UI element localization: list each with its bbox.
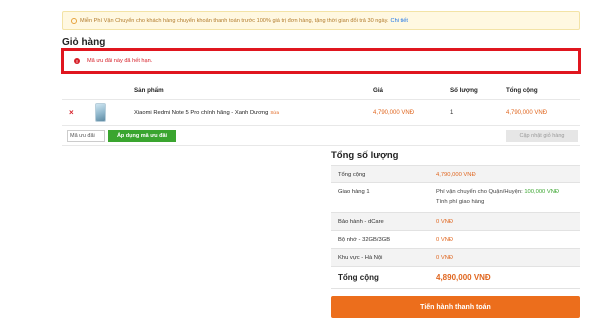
grand-total-label: Tổng cộng (338, 273, 379, 282)
header-quantity: Số lượng (450, 87, 478, 94)
cart-table-header: Sản phẩm Giá Số lượng Tổng cộng (62, 80, 580, 100)
memory-label: Bộ nhớ - 32GB/3GB (338, 237, 391, 243)
calculate-shipping-link[interactable]: Tính phí giao hàng (436, 199, 484, 205)
info-icon (71, 17, 77, 24)
free-shipping-notice: Miễn Phí Vận Chuyển cho khách hàng chuyể… (62, 11, 580, 30)
update-cart-button[interactable]: Cập nhật giỏ hàng (506, 130, 578, 142)
checkout-button[interactable]: Tiến hành thanh toán (331, 296, 580, 318)
region-row: Khu vực - Hà Nội 0 VNĐ (331, 249, 580, 267)
region-label: Khu vực - Hà Nội (338, 255, 383, 261)
grand-total-row: Tổng cộng 4,890,000 VNĐ (331, 267, 580, 289)
warranty-value: 0 VNĐ (436, 219, 454, 225)
totals-title: Tổng số lượng (331, 150, 399, 161)
subtotal-row: Tổng cộng 4,790,000 VNĐ (331, 165, 580, 183)
notice-details-link[interactable]: Chi tiết (391, 18, 408, 24)
shipping-fee-text: Phí vận chuyển cho Quận/Huyện: (436, 189, 523, 195)
cart-actions: Áp dụng mã ưu đãi Cập nhật giỏ hàng (62, 126, 580, 146)
shipping-fee-value: 100,000 VNĐ (524, 189, 560, 195)
error-icon: ! (74, 58, 80, 64)
product-thumbnail[interactable] (95, 103, 106, 122)
grand-total-value: 4,890,000 VNĐ (436, 273, 491, 282)
warranty-label: Bảo hành - dCare (338, 219, 384, 225)
subtotal-value: 4,790,000 VNĐ (436, 172, 476, 178)
region-value: 0 VNĐ (436, 255, 454, 261)
notice-text: Miễn Phí Vận Chuyển cho khách hàng chuyể… (80, 17, 389, 24)
header-product: Sản phẩm (134, 87, 164, 94)
header-total: Tổng cộng (506, 87, 538, 94)
subtotal-label: Tổng cộng (338, 172, 366, 178)
item-quantity[interactable]: 1 (450, 110, 453, 116)
item-total: 4,790,000 VNĐ (506, 110, 548, 116)
product-name[interactable]: Xiaomi Redmi Note 5 Pro chính hãng - Xan… (134, 110, 268, 116)
warranty-row: Bảo hành - dCare 0 VNĐ (331, 213, 580, 231)
cart-table: Sản phẩm Giá Số lượng Tổng cộng × Xiaomi… (62, 80, 580, 146)
coupon-input[interactable] (67, 130, 105, 142)
memory-value: 0 VNĐ (436, 237, 454, 243)
shipping-fee-line: Phí vận chuyển cho Quận/Huyện: 100,000 V… (436, 189, 559, 195)
apply-coupon-button[interactable]: Áp dụng mã ưu đãi (108, 130, 176, 142)
memory-row: Bộ nhớ - 32GB/3GB 0 VNĐ (331, 231, 580, 249)
shipping-row: Giao hàng 1 Phí vận chuyển cho Quận/Huyệ… (331, 183, 580, 213)
remove-item-icon[interactable]: × (69, 109, 74, 117)
item-price: 4,790,000 VNĐ (373, 110, 415, 116)
coupon-error-alert: ! Mã ưu đãi này đã hết hạn. (61, 48, 581, 74)
cart-title: Giỏ hàng (62, 37, 106, 48)
product-name-cell: Xiaomi Redmi Note 5 Pro chính hãng - Xan… (134, 110, 279, 116)
edit-item-link[interactable]: Sửa (270, 110, 279, 115)
cart-totals: Tổng số lượng Tổng cộng 4,790,000 VNĐ Gi… (331, 150, 580, 289)
header-price: Giá (373, 87, 383, 94)
shipping-label: Giao hàng 1 (338, 189, 370, 195)
table-row: × Xiaomi Redmi Note 5 Pro chính hãng - X… (62, 100, 580, 126)
coupon-error-text: Mã ưu đãi này đã hết hạn. (87, 58, 153, 64)
